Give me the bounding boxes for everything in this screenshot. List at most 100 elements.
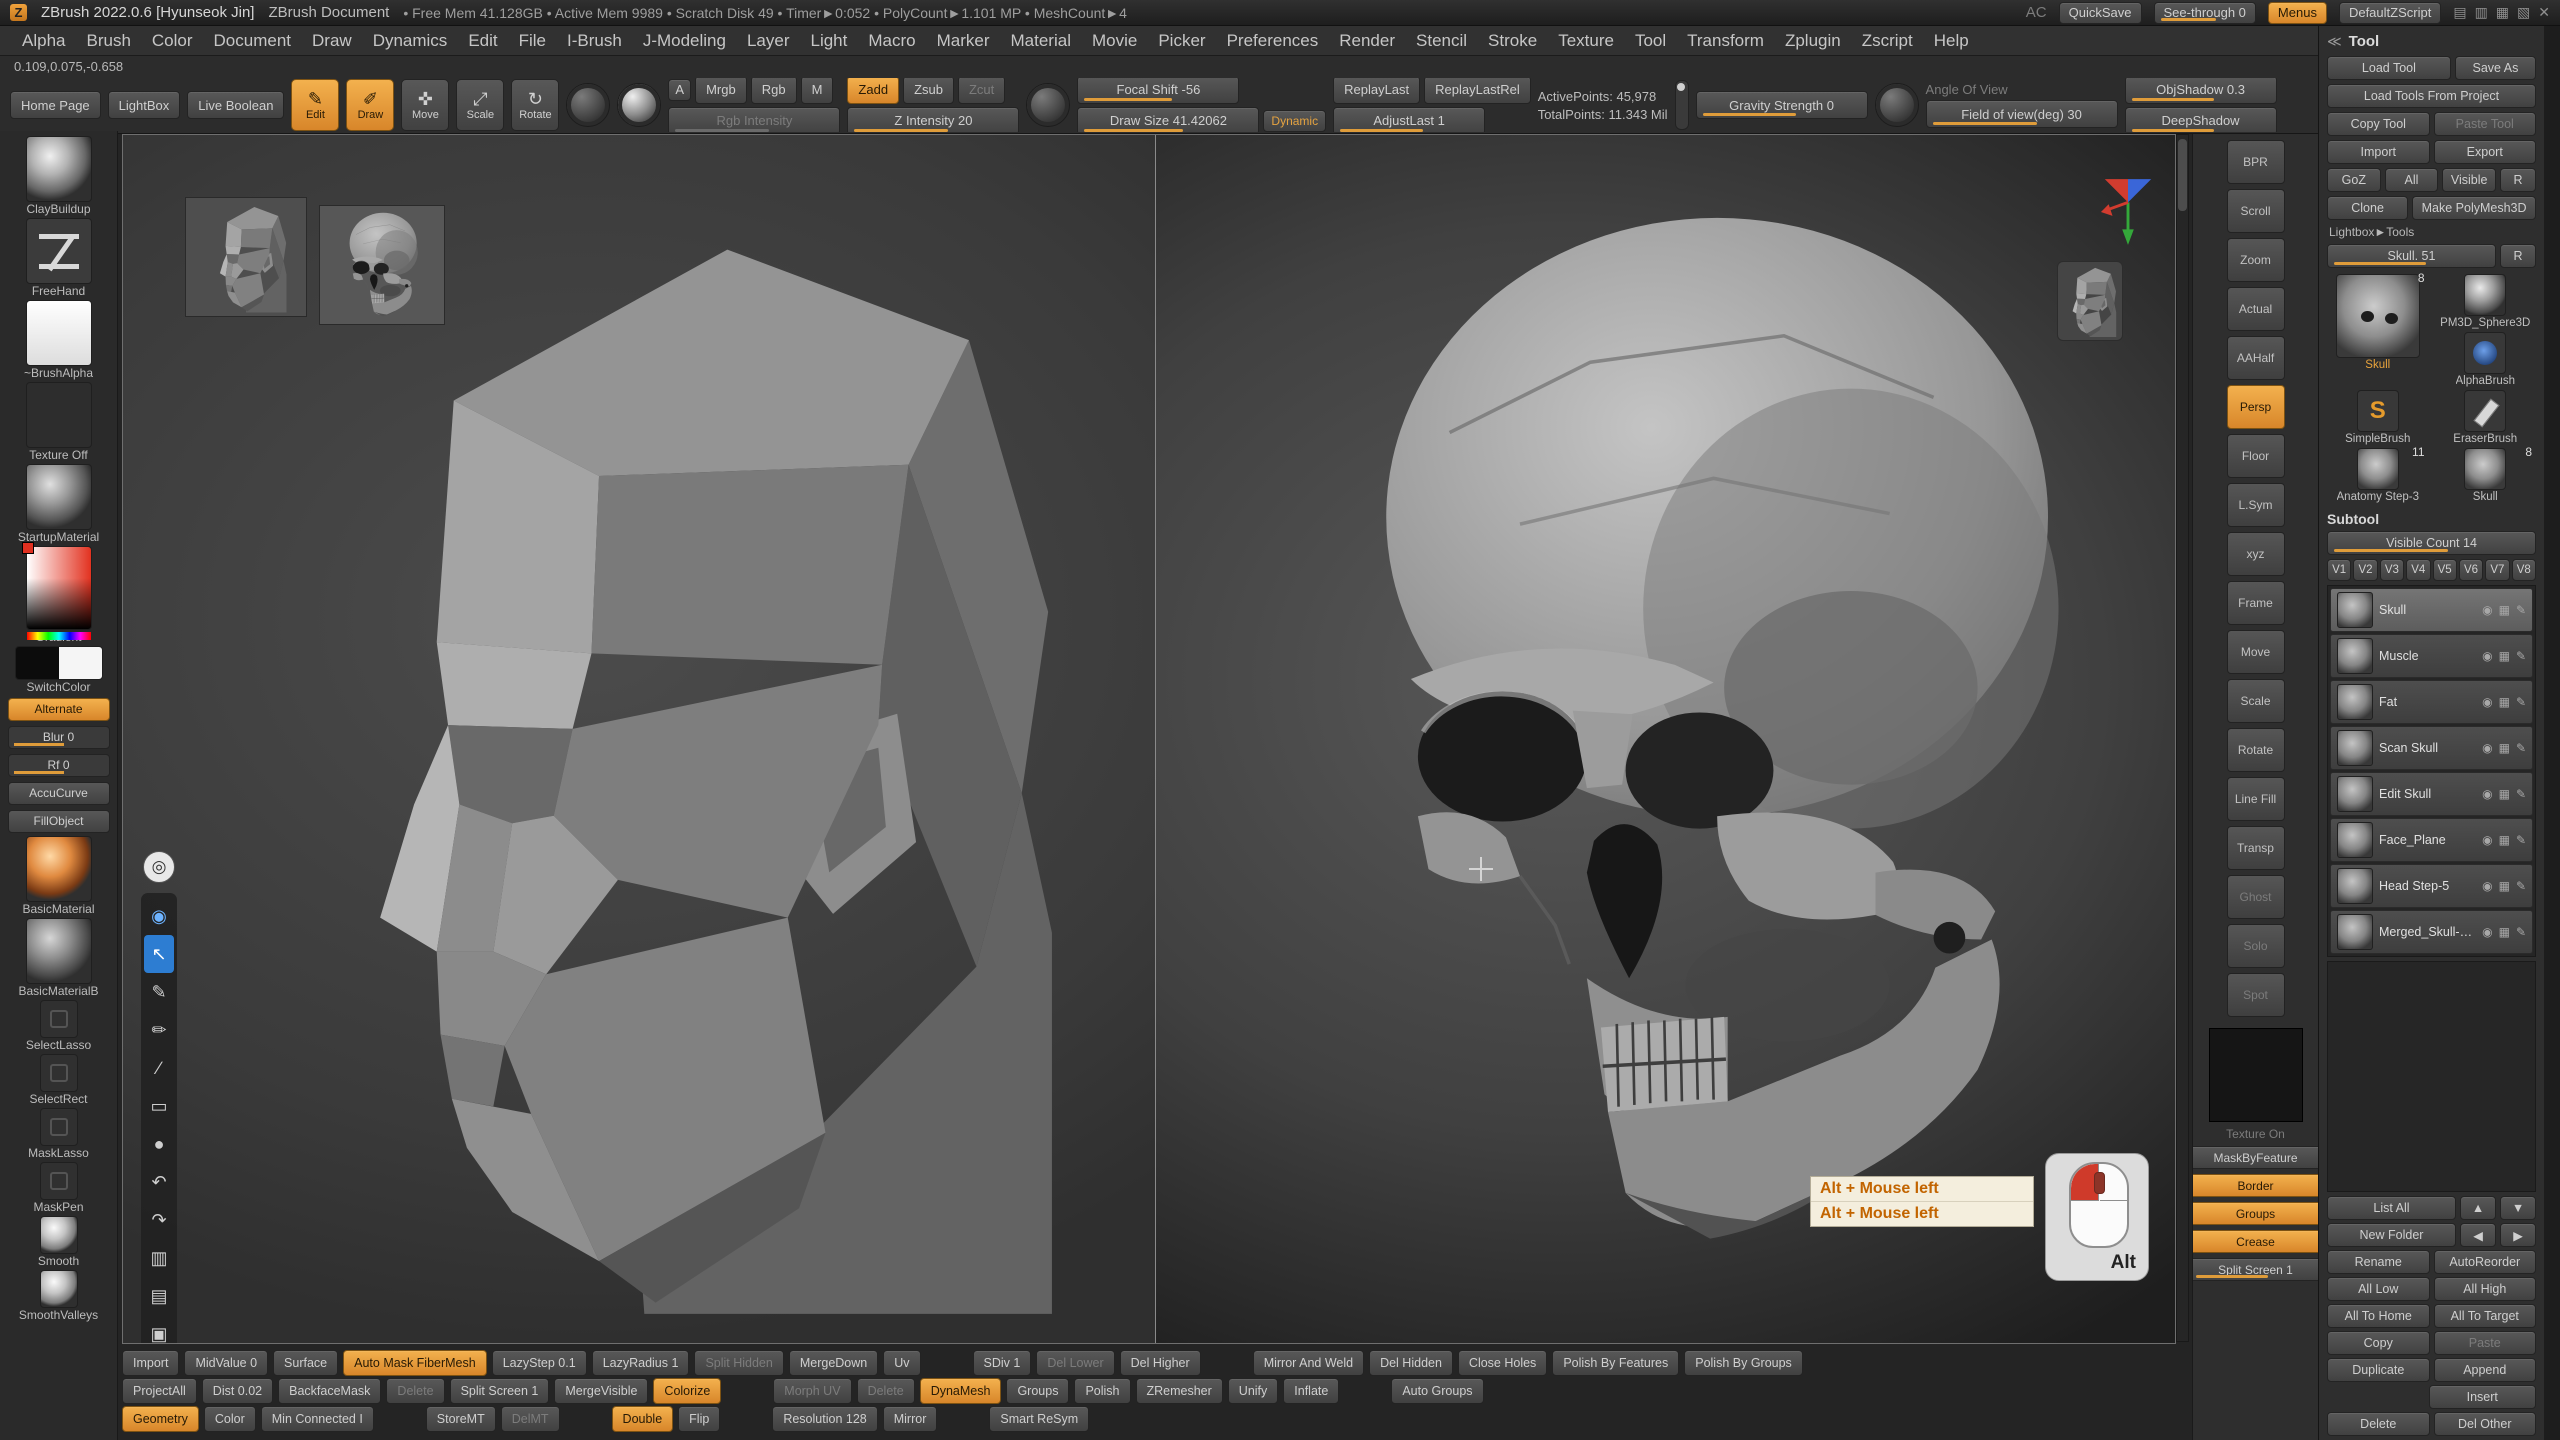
tray-item[interactable]: Blur 0: [2, 724, 116, 751]
bottom-bar-button[interactable]: Flip: [678, 1406, 720, 1432]
undo-icon[interactable]: ↶: [144, 1163, 174, 1201]
new-folder-button[interactable]: New Folder: [2327, 1223, 2456, 1247]
goz-visible-button[interactable]: Visible: [2442, 168, 2496, 192]
subtool-polypaint-icon[interactable]: ▦: [2499, 925, 2510, 939]
menu-item[interactable]: Brush: [76, 29, 140, 53]
bottom-bar-button[interactable]: Polish: [1074, 1378, 1130, 1404]
bottom-bar-button[interactable]: BackfaceMask: [278, 1378, 381, 1404]
folder-right-button[interactable]: ▶: [2500, 1223, 2536, 1247]
rgb-intensity-slider[interactable]: Rgb Intensity: [668, 107, 840, 133]
right-shelf-button[interactable]: Rotate: [2227, 728, 2285, 772]
tool-thumbnail-item[interactable]: 11 Anatomy Step-3: [2327, 448, 2429, 503]
tray-item[interactable]: BasicMaterialB: [2, 918, 116, 999]
bottom-bar-button[interactable]: MidValue 0: [184, 1350, 268, 1376]
auto-reorder-button[interactable]: AutoReorder: [2434, 1250, 2537, 1274]
screen-icon[interactable]: ▤: [144, 1277, 174, 1315]
visible-count-slider[interactable]: Visible Count 14: [2327, 531, 2536, 555]
subtool-eye-icon[interactable]: ◉: [2482, 833, 2492, 847]
subtool-polypaint-icon[interactable]: ▦: [2499, 649, 2510, 663]
line-icon[interactable]: ∕: [144, 1049, 174, 1087]
right-shelf-button[interactable]: Persp: [2227, 385, 2285, 429]
subtool-edit-icon[interactable]: ✎: [2516, 879, 2526, 893]
bottom-bar-button[interactable]: Colorize: [653, 1378, 721, 1404]
folder-left-button[interactable]: ◀: [2460, 1223, 2496, 1247]
bottom-bar-button[interactable]: Color: [204, 1406, 256, 1432]
insert-button[interactable]: Insert: [2429, 1385, 2537, 1409]
bottom-bar-button[interactable]: Resolution 128: [772, 1406, 877, 1432]
copy-tool-button[interactable]: Copy Tool: [2327, 112, 2430, 136]
window-control-icon[interactable]: ▧: [2517, 4, 2530, 21]
tray-item[interactable]: Smooth: [2, 1216, 116, 1269]
subtool-version-tab[interactable]: V6: [2459, 559, 2483, 581]
window-control-icon[interactable]: ✕: [2538, 4, 2550, 21]
subtool-version-tab[interactable]: V1: [2327, 559, 2351, 581]
bottom-bar-button[interactable]: Del Lower: [1036, 1350, 1114, 1376]
tray-item[interactable]: SelectLasso: [2, 1000, 116, 1053]
subtool-edit-icon[interactable]: ✎: [2516, 649, 2526, 663]
tool-thumbnail-item[interactable]: AlphaBrush: [2435, 332, 2537, 387]
bottom-bar-button[interactable]: Delete: [386, 1378, 444, 1404]
field-of-view-slider[interactable]: Field of view(deg) 30: [1926, 100, 2118, 128]
right-shelf-button[interactable]: L.Sym: [2227, 483, 2285, 527]
import-button[interactable]: Import: [2327, 140, 2430, 164]
del-other-button[interactable]: Del Other: [2434, 1412, 2537, 1436]
menu-item[interactable]: Tool: [1625, 29, 1676, 53]
zadd-button[interactable]: Zadd: [847, 78, 899, 104]
canvas-vertical-scrollbar[interactable]: [2176, 134, 2189, 1342]
subtool-version-tab[interactable]: V7: [2485, 559, 2509, 581]
copy-subtool-button[interactable]: Copy: [2327, 1331, 2430, 1355]
subtool-eye-icon[interactable]: ◉: [2482, 649, 2492, 663]
live-boolean-button[interactable]: Live Boolean: [187, 91, 284, 119]
skull-sculpt[interactable]: [1256, 151, 2136, 1295]
alpha-preview-knob[interactable]: [566, 83, 610, 127]
bottom-bar-button[interactable]: Split Screen 1: [450, 1378, 550, 1404]
trash-icon[interactable]: ▥: [144, 1239, 174, 1277]
menu-item[interactable]: I-Brush: [557, 29, 632, 53]
texture-preview-box[interactable]: [2209, 1028, 2303, 1122]
tray-item[interactable]: MaskLasso: [2, 1108, 116, 1161]
goz-r-button[interactable]: R: [2500, 168, 2536, 192]
tray-item[interactable]: SmoothValleys: [2, 1270, 116, 1323]
texture-on-label[interactable]: Texture On: [2226, 1127, 2285, 1141]
bottom-bar-button[interactable]: Inflate: [1283, 1378, 1339, 1404]
tool-thumbnail-item[interactable]: EraserBrush: [2435, 390, 2537, 445]
dynamic-toggle[interactable]: Dynamic: [1263, 110, 1326, 132]
pen-icon[interactable]: ✎: [144, 973, 174, 1011]
menu-item[interactable]: Zscript: [1852, 29, 1923, 53]
replay-last-rel-button[interactable]: ReplayLastRel: [1424, 78, 1531, 104]
m-button[interactable]: M: [801, 78, 834, 104]
home-page-button[interactable]: Home Page: [10, 91, 101, 119]
right-shelf-button[interactable]: AAHalf: [2227, 336, 2285, 380]
right-shelf-button[interactable]: Solo: [2227, 924, 2285, 968]
subtool-row[interactable]: Skull ◉ ▦ ✎: [2330, 588, 2533, 632]
menu-item[interactable]: Material: [1001, 29, 1081, 53]
subtool-polypaint-icon[interactable]: ▦: [2499, 879, 2510, 893]
append-button[interactable]: Append: [2434, 1358, 2537, 1382]
zsub-button[interactable]: Zsub: [903, 78, 954, 104]
a-toggle[interactable]: A: [668, 79, 691, 101]
save-as-button[interactable]: Save As: [2455, 56, 2536, 80]
make-polymesh3d-button[interactable]: Make PolyMesh3D: [2412, 196, 2536, 220]
subtool-eye-icon[interactable]: ◉: [2482, 741, 2492, 755]
bottom-bar-button[interactable]: Unify: [1228, 1378, 1278, 1404]
bottom-bar-button[interactable]: Polish By Groups: [1684, 1350, 1803, 1376]
menu-item[interactable]: Stencil: [1406, 29, 1477, 53]
obj-shadow-slider[interactable]: ObjShadow 0.3: [2125, 78, 2277, 104]
menu-item[interactable]: Movie: [1082, 29, 1147, 53]
angle-of-view-knob[interactable]: [1875, 83, 1919, 127]
menu-item[interactable]: Macro: [858, 29, 925, 53]
right-shelf-button[interactable]: Floor: [2227, 434, 2285, 478]
subtool-header[interactable]: Subtool: [2327, 511, 2536, 527]
all-to-target-button[interactable]: All To Target: [2434, 1304, 2537, 1328]
draw-size-slider[interactable]: Draw Size 41.42062: [1077, 107, 1259, 133]
subtool-polypaint-icon[interactable]: ▦: [2499, 695, 2510, 709]
menu-item[interactable]: Layer: [737, 29, 800, 53]
bottom-bar-button[interactable]: Uv: [883, 1350, 920, 1376]
subtool-eye-icon[interactable]: ◉: [2482, 695, 2492, 709]
bottom-bar-button[interactable]: Auto Mask FiberMesh: [343, 1350, 487, 1376]
menu-item[interactable]: Transform: [1677, 29, 1774, 53]
subtool-row[interactable]: Muscle ◉ ▦ ✎: [2330, 634, 2533, 678]
bottom-bar-button[interactable]: StoreMT: [426, 1406, 496, 1432]
tool-thumbnail-item[interactable]: PM3D_Sphere3D: [2435, 274, 2537, 329]
right-shelf-button[interactable]: Actual: [2227, 287, 2285, 331]
